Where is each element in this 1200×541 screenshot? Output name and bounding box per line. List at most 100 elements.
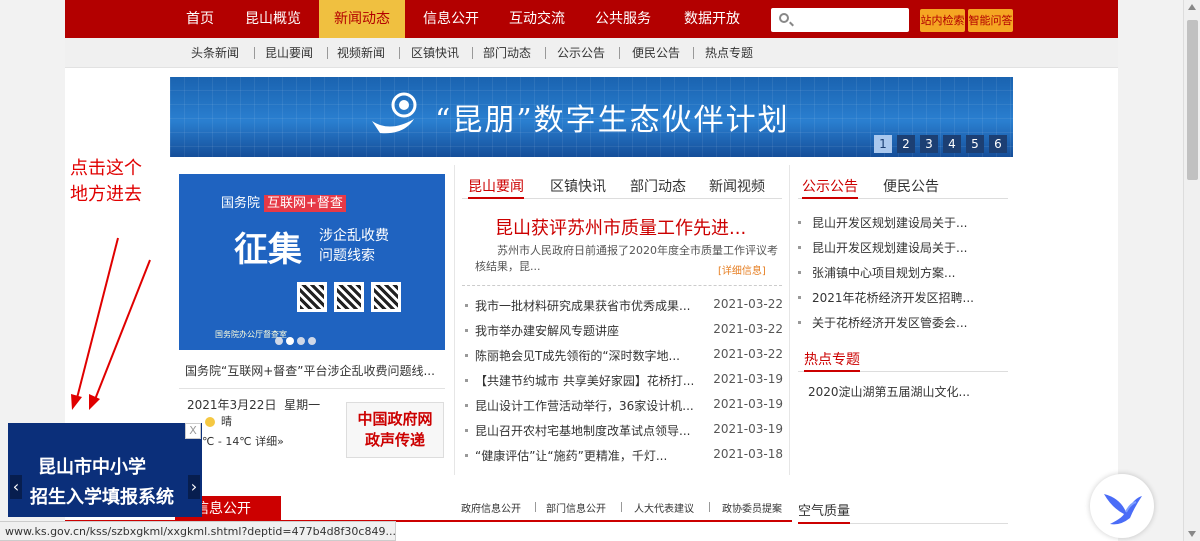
qr-code-icon <box>371 282 401 312</box>
subnav-divider <box>693 47 694 59</box>
link-gov-info[interactable]: 政府信息公开 <box>461 500 521 515</box>
banner-page-5[interactable]: 5 <box>966 135 984 153</box>
tab-news-video[interactable]: 新闻视频 <box>709 175 765 199</box>
subnav-dept-news[interactable]: 部门动态 <box>483 38 531 68</box>
notice-item[interactable]: 2021年花桥经济开发区招聘... <box>798 286 1008 308</box>
notice-item[interactable]: 昆山开发区规划建设局关于... <box>798 236 1008 258</box>
date-display: 2021年3月22日 星期一 <box>187 398 321 412</box>
slide-dot[interactable] <box>286 337 294 345</box>
news-item[interactable]: 【共建节约城市 共享美好家园】花桥打... 2021-03-19 <box>465 370 783 390</box>
subnav-video-news[interactable]: 视频新闻 <box>337 38 385 68</box>
nav-public-service[interactable]: 公共服务 <box>583 0 663 38</box>
nav-overview[interactable]: 昆山概览 <box>233 0 313 38</box>
subnav-divider <box>619 47 620 59</box>
news-item[interactable]: “健康评估”让“施药”更精准，千灯... 2021-03-18 <box>465 445 783 465</box>
slide-dot[interactable] <box>297 337 305 345</box>
assistant-bird-icon[interactable] <box>1090 474 1154 538</box>
china-gov-button[interactable]: 中国政府网 政声传递 <box>346 402 444 458</box>
search-input[interactable] <box>797 10 903 30</box>
nav-interaction[interactable]: 互动交流 <box>497 0 577 38</box>
column-divider <box>454 165 455 475</box>
slide-dot[interactable] <box>308 337 316 345</box>
news-item[interactable]: 昆山召开农村宅基地制度改革试点领导... 2021-03-19 <box>465 420 783 440</box>
slide-dot[interactable] <box>275 337 283 345</box>
chevron-left-icon[interactable]: ‹ <box>10 475 22 499</box>
status-bar-url: www.ks.gov.cn/kss/szbxgkml/xxgkml.shtml?… <box>0 521 396 541</box>
site-search-button[interactable]: 站内检索 <box>920 9 965 32</box>
subnav-notices[interactable]: 公示公告 <box>557 38 605 68</box>
tab-notices[interactable]: 公示公告 <box>802 175 858 199</box>
tab-dept-news[interactable]: 部门动态 <box>630 175 686 199</box>
more-link[interactable]: [详细信息] <box>718 262 766 277</box>
poster-slide[interactable]: 国务院 互联网+督查 征集 涉企乱收费 问题线索 国务院办公厅督查室 <box>179 174 445 350</box>
banner[interactable]: “昆朋”数字生态伙伴计划 123456 <box>170 77 1013 157</box>
poster-subtitle: 涉企乱收费 问题线索 <box>319 228 389 264</box>
notice-item[interactable]: 张浦镇中心项目规划方案... <box>798 261 1008 283</box>
subnav-public-notices[interactable]: 便民公告 <box>632 38 680 68</box>
banner-page-3[interactable]: 3 <box>920 135 938 153</box>
news-item[interactable]: 昆山设计工作营活动举行，36家设计机... 2021-03-19 <box>465 395 783 415</box>
qr-code-icon <box>297 282 327 312</box>
subnav-kunshan-news[interactable]: 昆山要闻 <box>265 38 313 68</box>
column-divider <box>789 165 790 475</box>
news-item[interactable]: 我市一批材料研究成果获省市优秀成果... 2021-03-22 <box>465 295 783 315</box>
subnav-headline[interactable]: 头条新闻 <box>191 38 239 68</box>
poster-big-text: 征集 <box>234 230 302 270</box>
subnav-divider <box>254 47 255 59</box>
news-item[interactable]: 陈丽艳会见T成先领衔的“深时数字地... 2021-03-22 <box>465 345 783 365</box>
banner-pager: 123456 <box>869 135 1007 153</box>
news-item[interactable]: 我市举办建安解风专题讲座 2021-03-22 <box>465 320 783 340</box>
chevron-right-icon[interactable]: › <box>188 475 200 499</box>
news-tabs: 昆山要闻 区镇快讯 部门动态 新闻视频 <box>462 175 782 199</box>
link-npc-suggestions[interactable]: 人大代表建议 <box>634 500 694 515</box>
subnav-divider <box>327 47 328 59</box>
headline-link[interactable]: 昆山获评苏州市质量工作先进... <box>495 214 746 240</box>
banner-page-1[interactable]: 1 <box>874 135 892 153</box>
smart-qa-button[interactable]: 智能问答 <box>968 9 1013 32</box>
hot-topics-header: 热点专题 <box>798 348 1008 372</box>
poster-dots <box>275 334 319 348</box>
link-dept-info[interactable]: 部门信息公开 <box>546 500 606 515</box>
banner-page-6[interactable]: 6 <box>989 135 1007 153</box>
sun-icon <box>205 417 215 427</box>
page: 首页 昆山概览 新闻动态 信息公开 互动交流 公共服务 数据开放 站内检索 智能… <box>65 0 1118 541</box>
nav-home[interactable]: 首页 <box>173 0 227 38</box>
sub-nav: 头条新闻 昆山要闻 视频新闻 区镇快讯 部门动态 公示公告 便民公告 热点专题 <box>65 38 1118 68</box>
scroll-down-icon[interactable] <box>1188 531 1196 537</box>
subnav-divider <box>399 47 400 59</box>
search-box <box>771 8 909 32</box>
tab-district-news[interactable]: 区镇快讯 <box>550 175 606 199</box>
subnav-divider <box>545 47 546 59</box>
banner-title: “昆朋”数字生态伙伴计划 <box>435 103 790 138</box>
divider <box>462 285 782 286</box>
hot-topic-item[interactable]: 2020淀山湖第五届湖山文化... <box>808 383 970 400</box>
scroll-thumb[interactable] <box>1187 20 1198 180</box>
qr-code-icon <box>334 282 364 312</box>
kunpeng-logo-icon <box>372 92 417 134</box>
poster-caption[interactable]: 国务院“互联网+督查”平台涉企乱收费问题线... <box>185 362 435 379</box>
air-quality-header: 空气质量 <box>798 500 1008 524</box>
close-icon[interactable]: X <box>185 423 201 439</box>
weather-detail-link[interactable]: 详细» <box>255 435 284 448</box>
subnav-hot-topics[interactable]: 热点专题 <box>705 38 753 68</box>
tab-kunshan-news[interactable]: 昆山要闻 <box>468 175 524 199</box>
nav-info-public[interactable]: 信息公开 <box>411 0 491 38</box>
notice-tabs: 公示公告 便民公告 <box>798 175 1008 199</box>
nav-news[interactable]: 新闻动态 <box>319 0 405 38</box>
notice-item[interactable]: 昆山开发区规划建设局关于... <box>798 211 1008 233</box>
annotation-arrow-icon <box>71 237 151 410</box>
notice-item[interactable]: 关于花桥经济开发区管委会... <box>798 311 1008 333</box>
banner-page-4[interactable]: 4 <box>943 135 961 153</box>
nav-open-data[interactable]: 数据开放 <box>669 0 755 38</box>
banner-page-2[interactable]: 2 <box>897 135 915 153</box>
search-icon <box>779 13 789 23</box>
subnav-district-news[interactable]: 区镇快讯 <box>411 38 459 68</box>
temperature: 4℃ - 14℃ 详细» <box>195 435 284 448</box>
floating-ad[interactable]: 昆山市中小学 招生入学填报系统 ‹ › <box>8 423 202 517</box>
divider <box>179 388 445 389</box>
tab-public-notices[interactable]: 便民公告 <box>883 175 939 199</box>
scrollbar[interactable] <box>1183 0 1200 541</box>
ad-line-1: 昆山市中小学 <box>38 457 146 478</box>
scroll-up-icon[interactable] <box>1188 4 1196 10</box>
link-cppcc-proposals[interactable]: 政协委员提案 <box>722 500 782 515</box>
